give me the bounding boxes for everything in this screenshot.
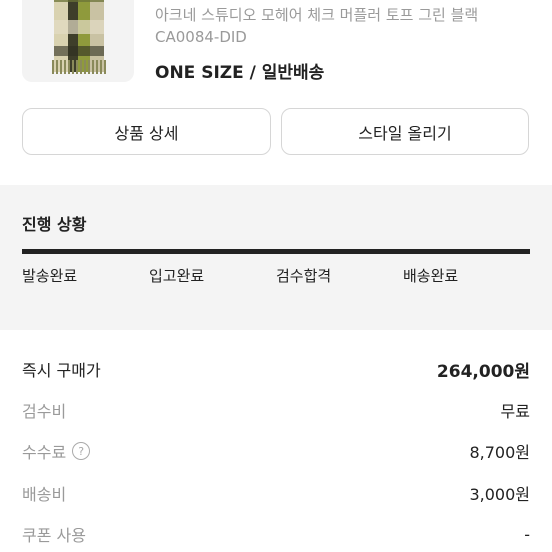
price-label: 검수비 [22,402,67,421]
price-label-wrap: 수수료 ? [22,439,91,463]
price-value: - [524,524,530,544]
price-label: 즉시 구매가 [22,361,101,380]
step-received: 입고완료 [149,267,205,285]
price-value: 8,700원 [469,443,530,462]
step-delivered: 배송완료 [403,267,459,285]
progress-title: 진행 상황 [22,215,87,234]
style-upload-button[interactable]: 스타일 올리기 [281,108,529,155]
price-value: 264,000원 [436,361,530,382]
step-inspection-passed: 검수합격 [276,267,332,285]
price-row-inspection-fee: 검수비 무료 [22,397,530,423]
product-name: 아크네 스튜디오 모헤어 체크 머플러 토프 그린 블랙 [155,6,479,24]
price-row-coupon: 쿠폰 사용 - [22,521,530,547]
progress-section: 진행 상황 발송완료 입고완료 검수합격 배송완료 [0,185,552,330]
product-detail-button[interactable]: 상품 상세 [22,108,271,155]
product-code: CA0084-DID [155,28,247,46]
price-value: 무료 [500,402,530,421]
product-option: ONE SIZE / 일반배송 [155,63,325,83]
price-label: 배송비 [22,485,67,504]
price-label: 수수료 [22,443,67,462]
price-row-shipping: 배송비 3,000원 [22,480,530,506]
product-summary: 아크네 스튜디오 모헤어 체크 머플러 토프 그린 블랙 CA0084-DID … [0,0,552,96]
price-label: 쿠폰 사용 [22,526,86,545]
price-value: 3,000원 [469,485,530,504]
price-row-commission: 수수료 ? 8,700원 [22,438,530,464]
step-shipped: 발송완료 [22,267,78,285]
product-image[interactable] [22,0,134,82]
price-row-buy-now: 즉시 구매가 264,000원 [22,356,530,382]
help-icon[interactable]: ? [72,442,91,460]
progress-bar [22,249,530,254]
scarf-fringe [52,60,108,74]
